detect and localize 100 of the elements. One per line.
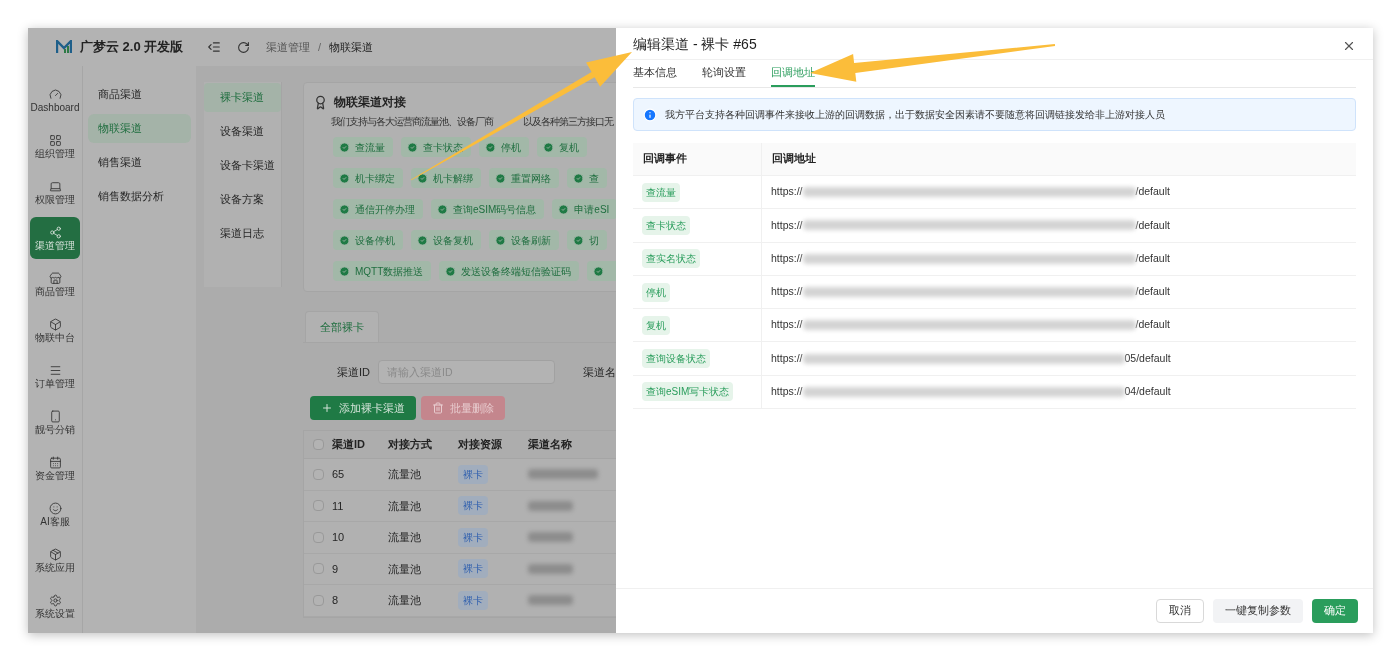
check-icon [437, 203, 448, 215]
capability-tag: 机卡解绑 [411, 168, 481, 188]
event-tag: 查询设备状态 [642, 349, 710, 369]
capability-tag: 复机 [537, 137, 587, 157]
url-suffix: /default [1135, 184, 1170, 200]
check-icon [573, 234, 584, 246]
card-description: 以及各种第三方接口无 [523, 115, 613, 129]
capability-tag: 设备刷新 [489, 230, 559, 250]
check-icon [339, 141, 350, 153]
url-suffix: /default [1135, 317, 1170, 333]
capability-tag: 切 [567, 230, 607, 250]
trash-icon [432, 402, 444, 414]
resource-tag: 裸卡 [458, 527, 488, 547]
laptop-icon [48, 179, 62, 193]
table-cell-text: 65 [332, 467, 346, 482]
select-all-checkbox[interactable] [312, 439, 324, 450]
drawer-tab[interactable]: 基本信息 [633, 60, 677, 87]
capability-tag: 发送设备终端短信验证码 [439, 261, 580, 281]
submenu-item[interactable]: 商品渠道 [88, 80, 191, 109]
column-header: 回调事件 [633, 143, 762, 175]
capability-tag: 重置网络 [489, 168, 559, 188]
check-icon [495, 234, 506, 246]
section-menu-item[interactable]: 渠道日志 [204, 219, 281, 248]
check-icon [593, 265, 605, 277]
capability-tag: 查 [567, 168, 607, 188]
phone-icon [48, 409, 62, 423]
section-menu-item[interactable]: 设备方案 [204, 185, 281, 214]
nav-rail-item[interactable]: 商品管理 [30, 263, 80, 305]
award-icon [313, 94, 328, 110]
url-prefix: https:// [771, 384, 803, 400]
row-checkbox[interactable] [312, 594, 324, 606]
collapse-icon[interactable] [207, 40, 221, 54]
check-icon [417, 234, 428, 246]
event-tag: 查实名状态 [642, 249, 700, 269]
close-icon[interactable] [1342, 39, 1356, 53]
cube-icon [48, 317, 62, 331]
settings-icon [48, 593, 62, 607]
url-suffix: /default [1135, 250, 1170, 266]
row-checkbox[interactable] [312, 531, 324, 543]
nav-rail-item[interactable]: 渠道管理 [30, 217, 80, 259]
capability-tag: 停机 [479, 137, 529, 157]
cancel-button[interactable]: 取消 [1156, 599, 1204, 623]
submenu-item[interactable]: 销售数据分析 [88, 182, 191, 211]
table-cell-text: 流量池 [388, 498, 422, 514]
breadcrumb-item[interactable]: 渠道管理 [266, 38, 310, 56]
breadcrumb-item: 物联渠道 [329, 39, 374, 55]
section-menu-item[interactable]: 设备卡渠道 [204, 151, 281, 180]
logo-icon [56, 40, 72, 54]
url-suffix: /default [1135, 217, 1170, 233]
check-icon [573, 172, 584, 184]
capability-tag: 机卡绑定 [333, 168, 403, 188]
nav-rail-item[interactable]: 组织管理 [30, 125, 80, 167]
check-icon [417, 172, 428, 184]
row-checkbox[interactable] [312, 500, 324, 512]
refresh-icon[interactable] [237, 40, 250, 54]
nav-rail-item[interactable]: 物联中台 [30, 309, 80, 351]
nav-rail-item[interactable]: 权限管理 [30, 171, 80, 213]
check-icon [495, 172, 506, 184]
copy-button[interactable]: 一键复制参数 [1213, 599, 1303, 623]
table-cell-text: 8 [332, 593, 340, 608]
submenu-item[interactable]: 销售渠道 [88, 148, 191, 177]
drawer-title: 编辑渠道 - 裸卡 #65 [633, 37, 757, 51]
filter-label: 渠道ID [337, 364, 370, 380]
capability-tag: 查询eSIM码号信息 [431, 199, 545, 219]
row-checkbox[interactable] [312, 563, 324, 575]
nav-rail-item[interactable]: 订单管理 [30, 355, 80, 397]
resource-tag: 裸卡 [458, 464, 488, 484]
blurred-text [528, 532, 573, 543]
table-cell-text: 流量池 [388, 593, 422, 608]
event-tag: 复机 [642, 315, 670, 335]
nav-rail-item[interactable]: 系统设置 [30, 585, 80, 627]
confirm-button[interactable]: 确定 [1312, 599, 1358, 623]
capability-tag: MQTT数据推送 [333, 261, 432, 281]
url-prefix: https:// [771, 350, 803, 366]
capability-tag: 设备复机 [411, 230, 481, 250]
table-cell-text: 流量池 [388, 530, 422, 545]
check-icon [543, 141, 554, 153]
column-header: 回调地址 [771, 151, 816, 167]
nav-rail-item[interactable]: 靓号分销 [30, 401, 80, 443]
drawer-tab[interactable]: 轮询设置 [702, 60, 746, 87]
app-name: 广梦云 2.0 开发版 [80, 38, 184, 57]
check-icon [339, 203, 350, 215]
section-menu-item[interactable]: 设备渠道 [204, 117, 281, 146]
url-suffix: /default [1135, 284, 1170, 300]
check-icon [407, 141, 418, 153]
nav-rail-item[interactable]: 资金管理 [30, 447, 80, 489]
table-cell-text: 流量池 [388, 467, 422, 482]
nav-rail-item[interactable]: 系统应用 [30, 539, 80, 581]
resource-tag: 裸卡 [458, 590, 488, 610]
blurred-text [528, 563, 573, 574]
plus-icon [321, 402, 333, 414]
row-checkbox[interactable] [312, 468, 324, 480]
url-prefix: https:// [771, 284, 803, 300]
nav-rail-item[interactable]: AI客服 [30, 493, 80, 535]
info-icon [643, 107, 657, 122]
nav-rail-item[interactable]: Dashboard [30, 79, 80, 121]
url-prefix: https:// [771, 184, 803, 200]
alert-text: 我方平台支持各种回调事件来接收上游的回调数据，出于数据安全因素请不要随意将回调链接发给非上游对接人员 [665, 108, 1165, 122]
add-button[interactable]: 添加裸卡渠道 [310, 396, 416, 420]
nodes-icon [48, 225, 62, 239]
